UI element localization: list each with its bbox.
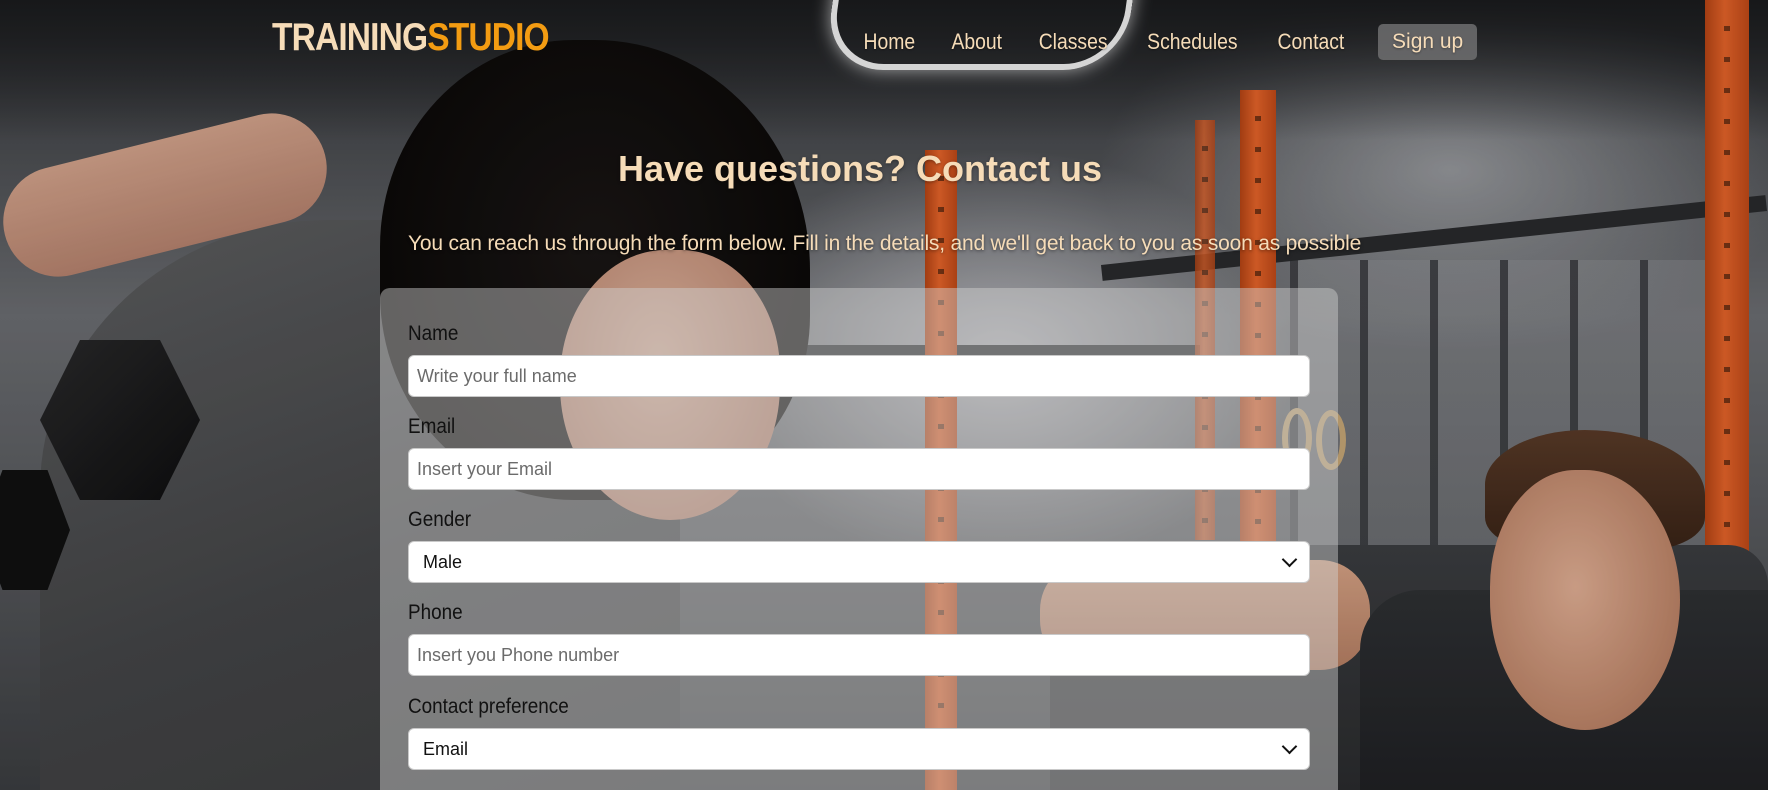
main-nav: Home About Classes Schedules Contact Sig… <box>860 24 1478 60</box>
page-title: Have questions? Contact us <box>617 148 1103 189</box>
gender-select[interactable]: Male <box>408 541 1310 583</box>
email-label: Email <box>408 415 456 438</box>
page-subtitle: You can reach us through the form below.… <box>408 232 1362 255</box>
name-label: Name <box>408 322 459 345</box>
contact-preference-label: Contact preference <box>408 695 569 718</box>
nav-contact[interactable]: Contact <box>1278 29 1345 55</box>
nav-about[interactable]: About <box>951 29 1002 55</box>
name-field[interactable] <box>408 355 1310 397</box>
chevron-down-icon <box>1281 551 1298 567</box>
gender-selected-value: Male <box>423 551 463 572</box>
contact-preference-select[interactable]: Email <box>408 728 1310 770</box>
phone-label: Phone <box>408 601 463 624</box>
brand-logo-part2: STUDIO <box>427 16 549 59</box>
brand-logo-part1: TRAINING <box>272 16 428 59</box>
brand-logo[interactable]: TRAININGSTUDIO <box>272 16 550 60</box>
email-field[interactable] <box>408 448 1310 490</box>
nav-classes[interactable]: Classes <box>1039 29 1108 55</box>
site-header: TRAININGSTUDIO Home About Classes Schedu… <box>0 0 1768 80</box>
nav-schedules[interactable]: Schedules <box>1148 29 1238 55</box>
contact-preference-selected-value: Email <box>423 738 469 759</box>
gender-label: Gender <box>408 508 472 531</box>
nav-home[interactable]: Home <box>864 29 916 55</box>
phone-field[interactable] <box>408 634 1310 676</box>
chevron-down-icon <box>1281 738 1298 754</box>
signup-button[interactable]: Sign up <box>1378 24 1478 60</box>
